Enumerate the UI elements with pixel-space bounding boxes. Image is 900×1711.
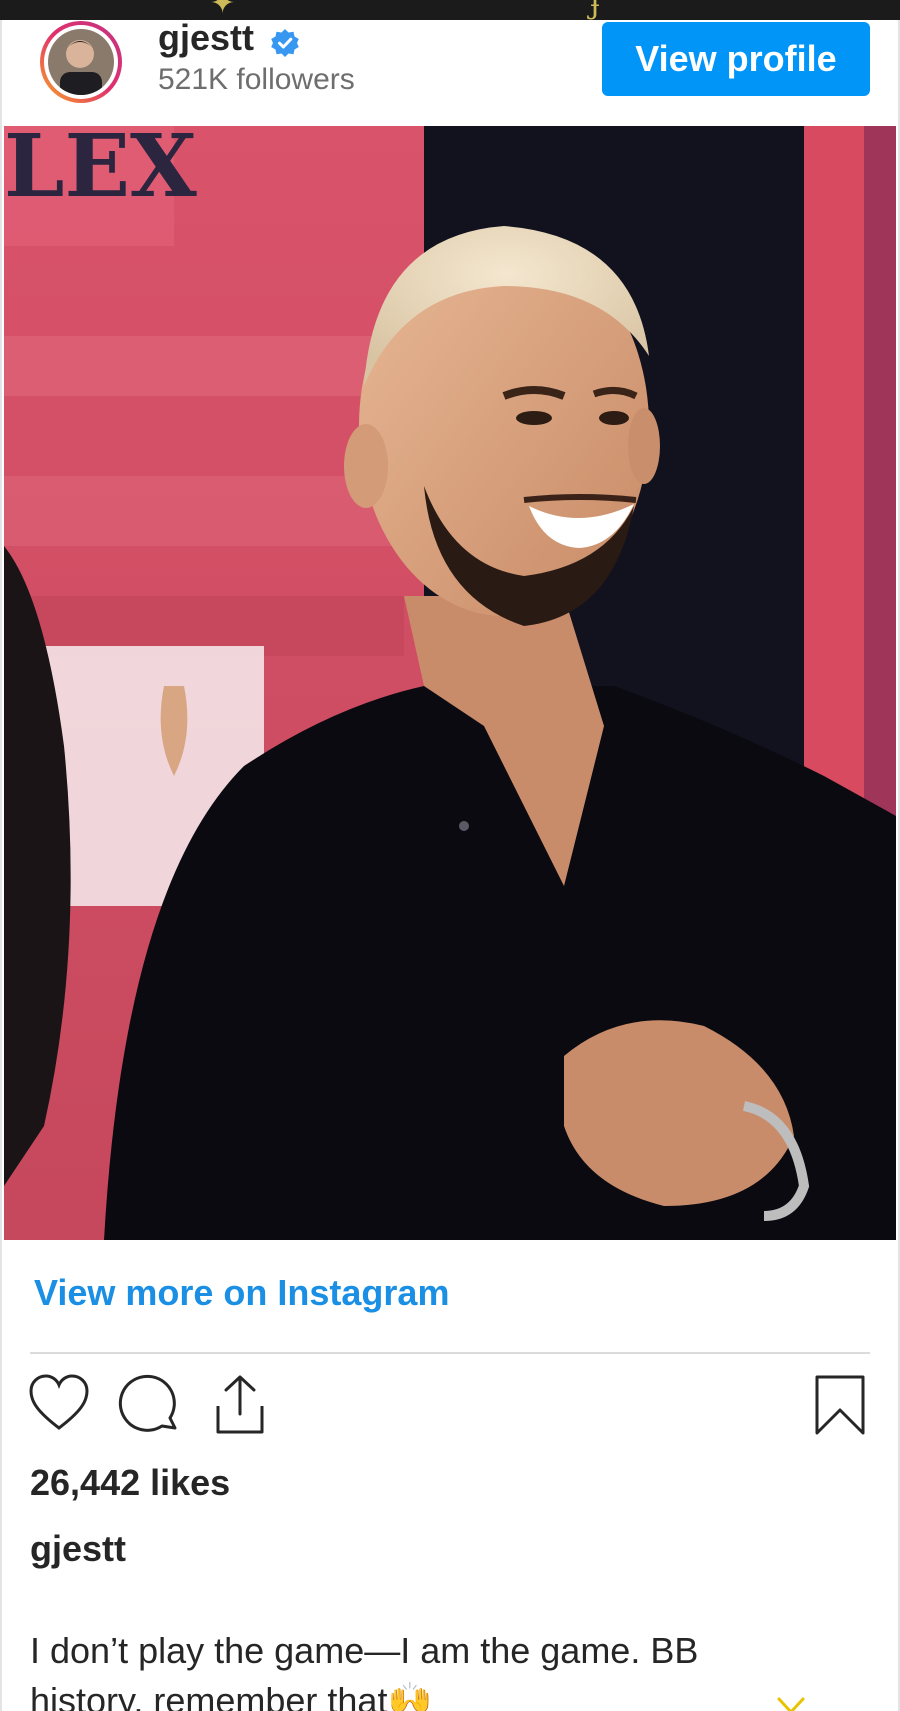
- view-more-link[interactable]: View more on Instagram: [34, 1272, 449, 1314]
- like-count[interactable]: 26,442 likes: [30, 1462, 230, 1504]
- bookmark-icon[interactable]: [814, 1374, 866, 1441]
- verified-badge-icon: [270, 28, 300, 58]
- post-username[interactable]: gjestt: [158, 20, 254, 58]
- comment-icon[interactable]: [118, 1374, 180, 1441]
- top-status-bar: ✦ ɟ: [0, 0, 900, 21]
- avatar[interactable]: [36, 20, 126, 104]
- post-image[interactable]: LEX: [4, 126, 896, 1240]
- caption-username[interactable]: gjestt: [30, 1528, 126, 1570]
- post-caption: I don’t play the game—I am the game. BB …: [30, 1630, 699, 1711]
- instagram-embed-card: gjestt 521K followers View profile LEX V…: [0, 20, 900, 1711]
- divider: [30, 1352, 870, 1354]
- decorative-glyph: ɟ: [590, 0, 600, 21]
- view-profile-button[interactable]: View profile: [602, 22, 870, 96]
- chevron-down-icon[interactable]: [776, 1696, 806, 1711]
- heart-icon[interactable]: [28, 1374, 90, 1437]
- follower-count: 521K followers: [158, 63, 355, 96]
- sign-text: LEX: [4, 126, 197, 217]
- share-icon[interactable]: [210, 1374, 270, 1441]
- decorative-glyph: ✦: [210, 0, 236, 21]
